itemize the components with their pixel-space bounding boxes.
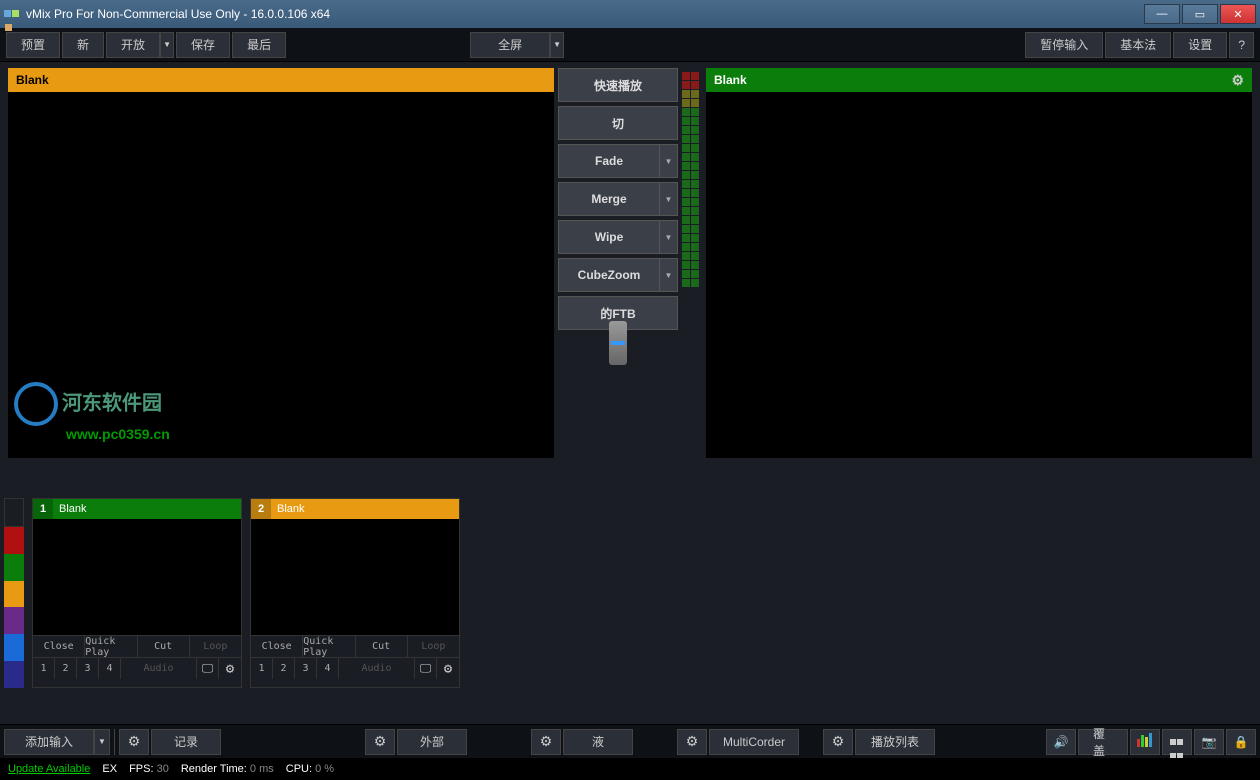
close-button[interactable]: ✕ — [1220, 4, 1256, 24]
cut-button[interactable]: 切 — [558, 106, 678, 140]
basic-button[interactable]: 基本法 — [1105, 32, 1171, 58]
status-ex: EX — [102, 763, 117, 775]
input-2-header[interactable]: 2 Blank — [251, 499, 459, 519]
input-1-quickplay[interactable]: Quick Play — [85, 636, 137, 657]
tbar-slider[interactable] — [558, 342, 678, 398]
pause-input-button[interactable]: 暂停输入 — [1025, 32, 1103, 58]
color-categories[interactable] — [4, 498, 24, 688]
input-1-audio[interactable]: Audio — [121, 658, 197, 679]
wipe-dropdown[interactable]: ▼ — [660, 220, 678, 254]
merge-button[interactable]: Merge — [558, 182, 660, 216]
cubezoom-dropdown[interactable]: ▼ — [660, 258, 678, 292]
quickplay-button[interactable]: 快速播放 — [558, 68, 678, 102]
snapshot-icon[interactable] — [1194, 729, 1224, 755]
cubezoom-button[interactable]: CubeZoom — [558, 258, 660, 292]
program-label: Blank — [714, 73, 747, 87]
inputs-area: 1 Blank Close Quick Play Cut Loop 1 2 3 … — [0, 458, 1260, 688]
external-settings-icon[interactable] — [365, 729, 395, 755]
help-button[interactable]: ? — [1229, 32, 1254, 58]
input-2-overlay-4[interactable]: 4 — [317, 658, 339, 679]
record-settings-icon[interactable] — [119, 729, 149, 755]
open-dropdown[interactable]: ▼ — [160, 32, 174, 58]
merge-dropdown[interactable]: ▼ — [660, 182, 678, 216]
update-link[interactable]: Update Available — [8, 763, 90, 775]
preview-header: Blank — [8, 68, 554, 92]
bottom-toolbar: 添加输入 ▼ 记录 外部 液 MultiCorder 播放列表 覆盖 — [0, 724, 1260, 758]
program-panel: Blank — [706, 68, 1252, 458]
audio-icon[interactable] — [1046, 729, 1076, 755]
program-settings-icon[interactable] — [1231, 72, 1244, 89]
input-2-overlay-1[interactable]: 1 — [251, 658, 273, 679]
input-2-overlay-3[interactable]: 3 — [295, 658, 317, 679]
fullscreen-button[interactable]: 全屏 — [470, 32, 550, 58]
input-2-overlay-2[interactable]: 2 — [273, 658, 295, 679]
vu-meter — [682, 68, 702, 458]
input-2-settings-icon[interactable] — [437, 658, 459, 679]
stream-button[interactable]: 液 — [563, 729, 633, 755]
input-1-overlay-3[interactable]: 3 — [77, 658, 99, 679]
input-2-close[interactable]: Close — [251, 636, 303, 657]
status-bar: Update Available EX FPS: 30 Render Time:… — [0, 758, 1260, 780]
input-1-cut[interactable]: Cut — [138, 636, 190, 657]
playlist-button[interactable]: 播放列表 — [855, 729, 935, 755]
preview-video[interactable]: 河东软件园 www.pc0359.cn — [8, 92, 554, 458]
input-1-settings-icon[interactable] — [219, 658, 241, 679]
wipe-button[interactable]: Wipe — [558, 220, 660, 254]
minimize-button[interactable]: — — [1144, 4, 1180, 24]
add-input-dropdown[interactable]: ▼ — [94, 729, 110, 755]
preset-button[interactable]: 预置 — [6, 32, 60, 58]
input-2-loop[interactable]: Loop — [408, 636, 459, 657]
multicorder-button[interactable]: MultiCorder — [709, 729, 799, 755]
input-1-overlay-1[interactable]: 1 — [33, 658, 55, 679]
input-1-video[interactable] — [33, 519, 241, 635]
input-1-loop[interactable]: Loop — [190, 636, 241, 657]
main-area: Blank 河东软件园 www.pc0359.cn 快速播放 切 Fade▼ M… — [0, 62, 1260, 458]
program-header: Blank — [706, 68, 1252, 92]
overlay-button[interactable]: 覆盖 — [1078, 729, 1128, 755]
input-2-video[interactable] — [251, 519, 459, 635]
input-tile-1: 1 Blank Close Quick Play Cut Loop 1 2 3 … — [32, 498, 242, 688]
last-button[interactable]: 最后 — [232, 32, 286, 58]
input-2-quickplay[interactable]: Quick Play — [303, 636, 355, 657]
input-1-monitor-icon[interactable] — [197, 658, 219, 679]
external-button[interactable]: 外部 — [397, 729, 467, 755]
input-1-overlay-4[interactable]: 4 — [99, 658, 121, 679]
input-1-header[interactable]: 1 Blank — [33, 499, 241, 519]
input-1-overlay-2[interactable]: 2 — [55, 658, 77, 679]
new-button[interactable]: 新 — [62, 32, 104, 58]
input-tile-2: 2 Blank Close Quick Play Cut Loop 1 2 3 … — [250, 498, 460, 688]
input-2-audio[interactable]: Audio — [339, 658, 415, 679]
input-2-cut[interactable]: Cut — [356, 636, 408, 657]
app-icon — [4, 6, 20, 22]
add-input-button[interactable]: 添加输入 — [4, 729, 94, 755]
stream-settings-icon[interactable] — [531, 729, 561, 755]
window-titlebar: vMix Pro For Non-Commercial Use Only - 1… — [0, 0, 1260, 28]
playlist-settings-icon[interactable] — [823, 729, 853, 755]
multicorder-settings-icon[interactable] — [677, 729, 707, 755]
transition-column: 快速播放 切 Fade▼ Merge▼ Wipe▼ CubeZoom▼ 的FTB — [558, 68, 678, 458]
preview-label: Blank — [16, 73, 49, 87]
settings-button[interactable]: 设置 — [1173, 32, 1227, 58]
open-button[interactable]: 开放 — [106, 32, 160, 58]
multiview-icon[interactable] — [1162, 729, 1192, 755]
preview-panel: Blank 河东软件园 www.pc0359.cn — [8, 68, 554, 458]
window-title: vMix Pro For Non-Commercial Use Only - 1… — [26, 7, 1144, 21]
input-2-monitor-icon[interactable] — [415, 658, 437, 679]
record-button[interactable]: 记录 — [151, 729, 221, 755]
bars-icon[interactable] — [1130, 729, 1160, 755]
fade-button[interactable]: Fade — [558, 144, 660, 178]
watermark: 河东软件园 www.pc0359.cn — [14, 382, 170, 442]
lock-icon[interactable] — [1226, 729, 1256, 755]
maximize-button[interactable]: ▭ — [1182, 4, 1218, 24]
input-1-close[interactable]: Close — [33, 636, 85, 657]
fade-dropdown[interactable]: ▼ — [660, 144, 678, 178]
save-button[interactable]: 保存 — [176, 32, 230, 58]
fullscreen-dropdown[interactable]: ▼ — [550, 32, 564, 58]
main-toolbar: 预置 新 开放 ▼ 保存 最后 全屏 ▼ 暂停输入 基本法 设置 ? — [0, 28, 1260, 62]
program-video[interactable] — [706, 92, 1252, 458]
